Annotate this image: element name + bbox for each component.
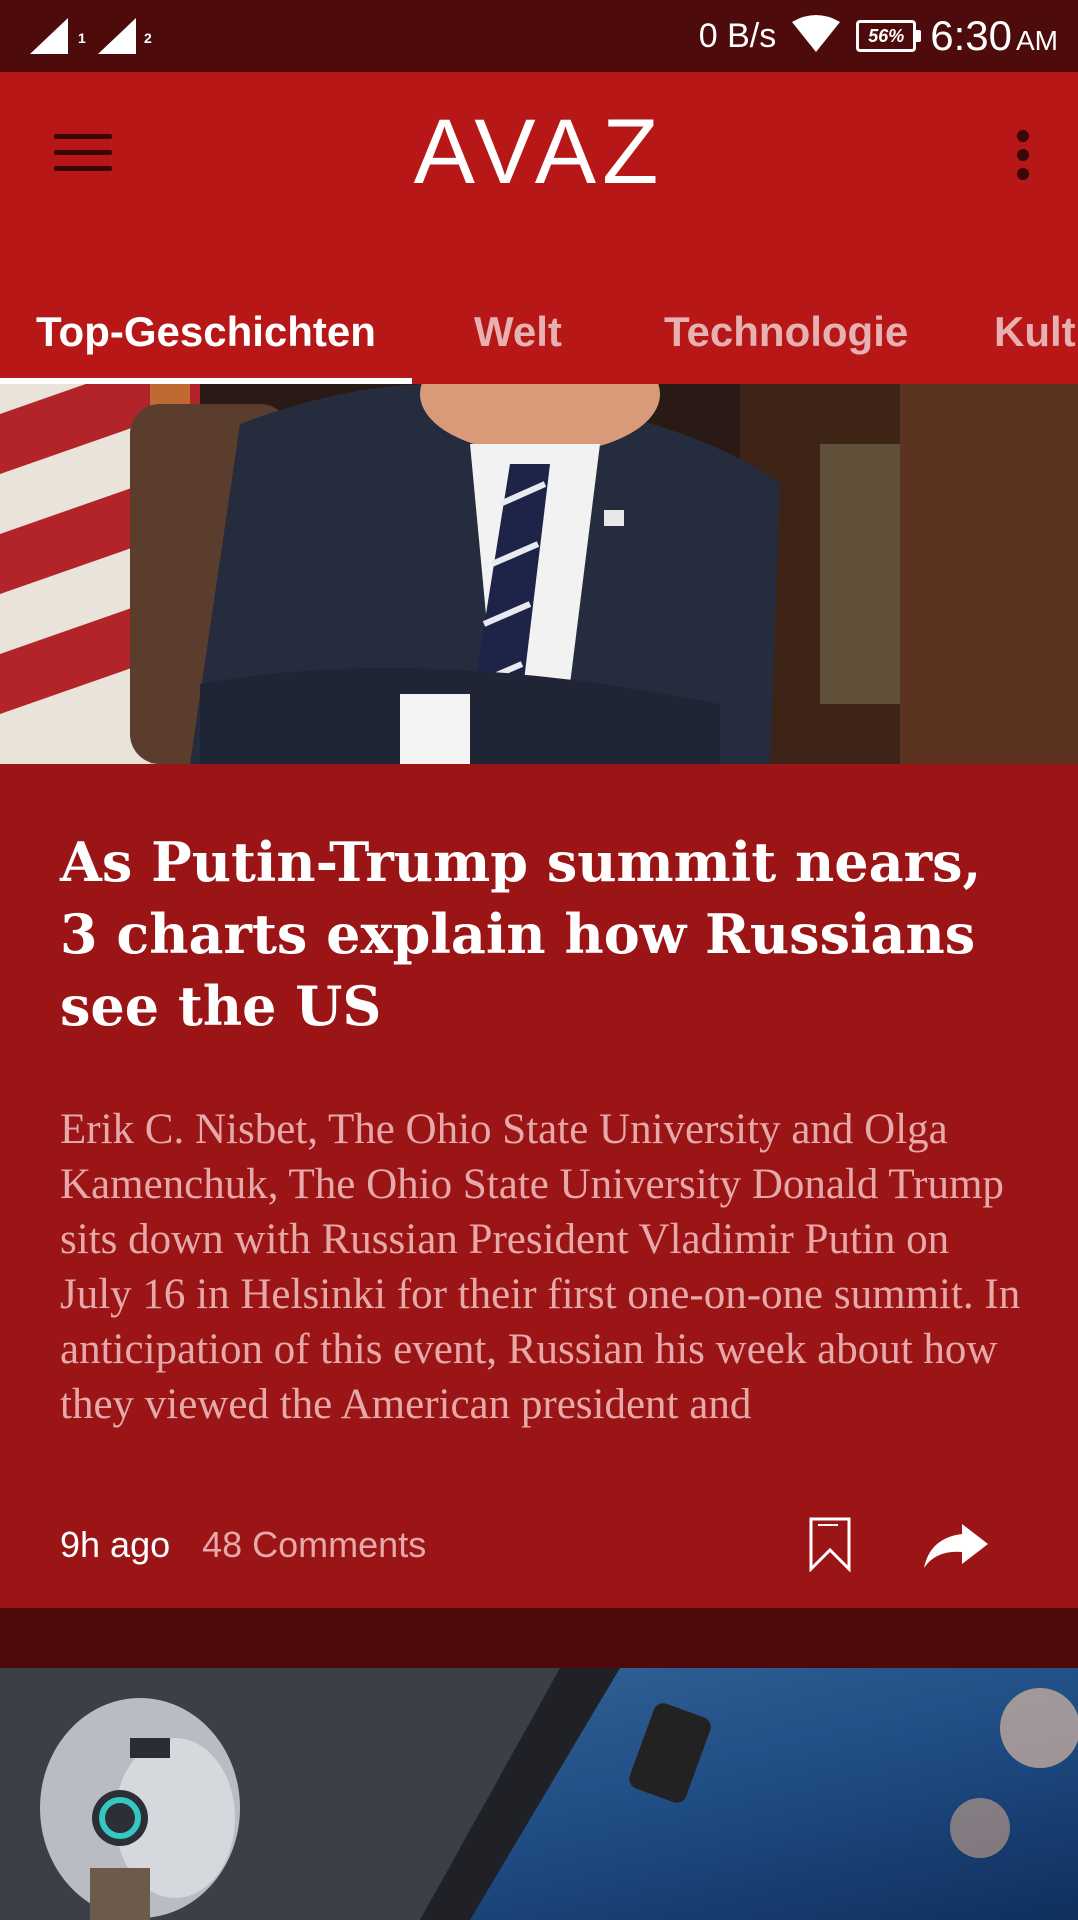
article-meta: 9h ago 48 Comments [60,1520,426,1570]
share-icon[interactable] [922,1522,990,1570]
article-card[interactable]: As Putin-Trump summit nears, 3 charts ex… [0,384,1078,1608]
signal-sim2-icon [96,16,142,56]
sim1-label: 1 [78,30,86,46]
article-image[interactable] [0,384,1078,764]
tab-technologie[interactable]: Technologie [664,308,908,356]
wifi-icon [790,14,842,59]
article-age: 9h ago [60,1524,171,1565]
status-bar: 1 2 0 B/s 56% 6:30 AM [0,0,1078,72]
sim2-label: 2 [144,30,152,46]
more-options-icon[interactable] [1016,130,1030,180]
app-logo: AVAZ [413,101,665,203]
article-card-2-image[interactable] [0,1668,1078,1920]
status-right: 0 B/s 56% 6:30 AM [699,0,1058,72]
bookmark-icon[interactable] [808,1516,852,1573]
battery-level: 56% [868,25,905,46]
tab-kultur[interactable]: Kultur [994,308,1078,356]
tab-welt[interactable]: Welt [474,308,562,356]
clock-ampm: AM [1016,25,1058,56]
article-headline[interactable]: As Putin-Trump summit nears, 3 charts ex… [60,826,1020,1042]
tab-top-geschichten[interactable]: Top-Geschichten [36,308,376,356]
battery-icon: 56% [856,20,922,52]
category-tabs: Top-Geschichten Welt Technologie Kultur [0,286,1078,384]
network-speed: 0 B/s [698,16,777,55]
clock-time: 6:30 [930,12,1012,59]
comments-link[interactable]: 48 Comments [202,1524,426,1566]
clock: 6:30 AM [930,12,1058,60]
article-summary: Erik C. Nisbet, The Ohio State Universit… [60,1106,1021,1428]
app-bar: AVAZ Top-Geschichten Welt Technologie Ku… [0,72,1078,384]
signal-sim1-icon [28,16,74,56]
